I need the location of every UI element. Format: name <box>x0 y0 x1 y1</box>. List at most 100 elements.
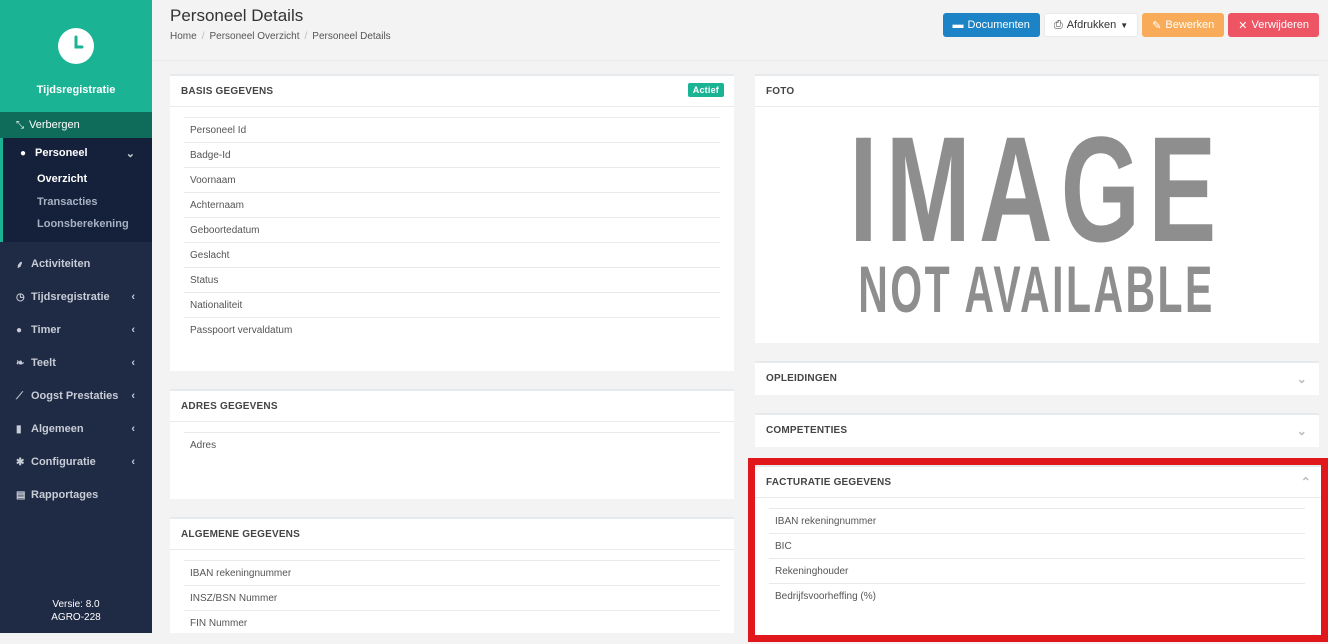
sidebar-item-label: Rapportages <box>31 489 99 501</box>
document-icon: ▤ <box>16 489 26 501</box>
panel-facturatie-gegevens: FACTURATIE GEGEVENS ⌃ IBAN rekeningnumme… <box>755 465 1321 608</box>
status-badge: Actief <box>687 83 724 97</box>
sidebar-item-timer[interactable]: ● Timer ‹ <box>0 314 152 347</box>
sidebar-subitem-loonsberekening[interactable]: Loonsberekening <box>3 213 152 236</box>
pencil-icon: ✎ <box>1152 19 1162 32</box>
sidebar-item-label: Oogst Prestaties <box>31 390 119 402</box>
sidebar-item-label: Timer <box>31 324 61 336</box>
panel-competenties[interactable]: COMPETENTIES ⌄ <box>755 413 1319 447</box>
panel-title-text: BASIS GEGEVENS <box>181 85 274 97</box>
sidebar-item-personeel[interactable]: ● Personeel ⌄ <box>3 138 152 168</box>
documenten-button[interactable]: ▬ Documenten <box>942 13 1040 37</box>
brand-header: Tijdsregistratie <box>0 0 152 112</box>
field-list: IBAN rekeningnummer BIC Rekeninghouder B… <box>755 498 1321 608</box>
sidebar: Tijdsregistratie ⤡ Verbergen ● Personeel… <box>0 0 152 633</box>
field-list: Personeel Id Badge-Id Voornaam Achternaa… <box>170 107 734 342</box>
field-row: IBAN rekeningnummer <box>184 560 720 585</box>
breadcrumb-personeel-overzicht[interactable]: Personeel Overzicht <box>209 31 299 42</box>
clock-icon: ◷ <box>16 291 25 303</box>
gear-icon: ✱ <box>16 456 25 468</box>
chevron-left-icon: ‹ <box>131 291 135 303</box>
sidebar-item-label: Tijdsregistratie <box>31 291 110 303</box>
field-row: Geslacht <box>184 242 720 267</box>
sidebar-item-label: Teelt <box>31 357 56 369</box>
panel-foto: FOTO IMAGE NOT AVAILABLE <box>755 74 1319 343</box>
sidebar-item-teelt[interactable]: ❧ Teelt ‹ <box>0 347 152 380</box>
brand-title: Tijdsregistratie <box>36 84 116 96</box>
verwijderen-label: Verwijderen <box>1251 19 1309 31</box>
sidebar-item-configuratie[interactable]: ✱ Configuratie ‹ <box>0 446 152 479</box>
breadcrumb-separator: / <box>201 31 205 42</box>
panel-adres-gegevens: ADRES GEGEVENS Adres <box>170 389 734 499</box>
afdrukken-label: Afdrukken <box>1066 19 1117 31</box>
menu-personeel-group: ● Personeel ⌄ Overzicht Transacties Loon… <box>0 138 152 242</box>
sidebar-item-rapportages[interactable]: ▤ Rapportages <box>0 479 152 512</box>
breadcrumb-home[interactable]: Home <box>170 31 197 42</box>
field-row: Nationaliteit <box>184 292 720 317</box>
sidebar-item-label: Activiteiten <box>31 258 91 270</box>
print-icon: ⎙ <box>1053 18 1063 31</box>
build-label: AGRO-228 <box>51 612 101 623</box>
bewerken-label: Bewerken <box>1165 19 1215 31</box>
panel-title-text: ADRES GEGEVENS <box>181 400 278 412</box>
highlight-annotation-box: FACTURATIE GEGEVENS ⌃ IBAN rekeningnumme… <box>748 458 1328 642</box>
field-row: Personeel Id <box>184 117 720 142</box>
panel-title: ADRES GEGEVENS <box>170 391 734 422</box>
chevron-down-icon[interactable]: ⌄ <box>1297 424 1307 438</box>
bewerken-button[interactable]: ✎ Bewerken <box>1142 13 1225 37</box>
field-row: Voornaam <box>184 167 720 192</box>
chevron-left-icon: ‹ <box>131 423 135 435</box>
chevron-left-icon: ‹ <box>131 357 135 369</box>
sidebar-subitem-overzicht[interactable]: Overzicht <box>3 168 152 191</box>
field-row: Badge-Id <box>184 142 720 167</box>
chevron-down-icon[interactable]: ⌄ <box>1297 372 1307 386</box>
breadcrumb-current: Personeel Details <box>312 31 391 42</box>
sidebar-item-activiteiten[interactable]: ⸙ Activiteiten <box>0 248 152 281</box>
toolbar: ▬ Documenten ⎙ Afdrukken ▼ ✎ Bewerken ✕ … <box>942 13 1319 37</box>
field-row: BIC <box>769 533 1305 558</box>
version-label: Versie: 8.0 <box>52 599 100 610</box>
hide-sidebar-button[interactable]: ⤡ Verbergen <box>0 112 152 138</box>
field-row: Geboortedatum <box>184 217 720 242</box>
line-chart-icon: ⟋ <box>16 390 23 402</box>
sidebar-item-oogst-prestaties[interactable]: ⟋ Oogst Prestaties ‹ <box>0 380 152 413</box>
panel-title-text: OPLEIDINGEN <box>766 373 838 384</box>
folder-icon: ▬ <box>952 19 964 31</box>
field-row: Rekeninghouder <box>769 558 1305 583</box>
sidebar-item-label: Configuratie <box>31 456 96 468</box>
chevron-left-icon: ‹ <box>131 324 135 336</box>
sidebar-item-algemeen[interactable]: ▮ Algemeen ‹ <box>0 413 152 446</box>
panel-title-text: FOTO <box>766 85 795 97</box>
panel-title[interactable]: COMPETENTIES ⌄ <box>755 415 1319 446</box>
panel-title: BASIS GEGEVENS Actief <box>170 76 734 107</box>
breadcrumb-separator: / <box>304 31 308 42</box>
documenten-label: Documenten <box>967 19 1030 31</box>
field-list: IBAN rekeningnummer INSZ/BSN Nummer FIN … <box>170 550 734 635</box>
panel-algemene-gegevens: ALGEMENE GEGEVENS IBAN rekeningnummer IN… <box>170 517 734 633</box>
afdrukken-button[interactable]: ⎙ Afdrukken ▼ <box>1043 13 1139 37</box>
leaf-icon: ❧ <box>16 357 25 369</box>
panel-title[interactable]: FACTURATIE GEGEVENS ⌃ <box>755 467 1321 498</box>
chevron-up-icon[interactable]: ⌃ <box>1301 475 1311 489</box>
sidebar-item-tijdsregistratie[interactable]: ◷ Tijdsregistratie ‹ <box>0 281 152 314</box>
version-info: Versie: 8.0 AGRO-228 <box>0 598 152 624</box>
field-row: Adres <box>184 432 720 457</box>
sidebar-subitem-transacties[interactable]: Transacties <box>3 191 152 214</box>
verwijderen-button[interactable]: ✕ Verwijderen <box>1228 13 1319 37</box>
panel-opleidingen[interactable]: OPLEIDINGEN ⌄ <box>755 361 1319 395</box>
chevron-left-icon: ‹ <box>131 456 135 468</box>
bar-chart-icon: ▮ <box>16 423 22 435</box>
close-icon: ✕ <box>1238 19 1248 32</box>
header-divider <box>152 60 1328 61</box>
panel-title[interactable]: OPLEIDINGEN ⌄ <box>755 363 1319 394</box>
field-row: Bedrijfsvoorheffing (%) <box>769 583 1305 608</box>
sidebar-item-label: Personeel <box>35 147 88 159</box>
field-row: Status <box>184 267 720 292</box>
activity-icon: ⸙ <box>16 260 24 271</box>
field-row: Passpoort vervaldatum <box>184 317 720 342</box>
compress-icon: ⤡ <box>16 119 24 131</box>
panel-title-text: FACTURATIE GEGEVENS <box>766 476 892 488</box>
sidebar-item-label: Algemeen <box>31 423 84 435</box>
placeholder-line-1: IMAGE <box>849 105 1225 273</box>
page-title: Personeel Details <box>170 6 304 25</box>
